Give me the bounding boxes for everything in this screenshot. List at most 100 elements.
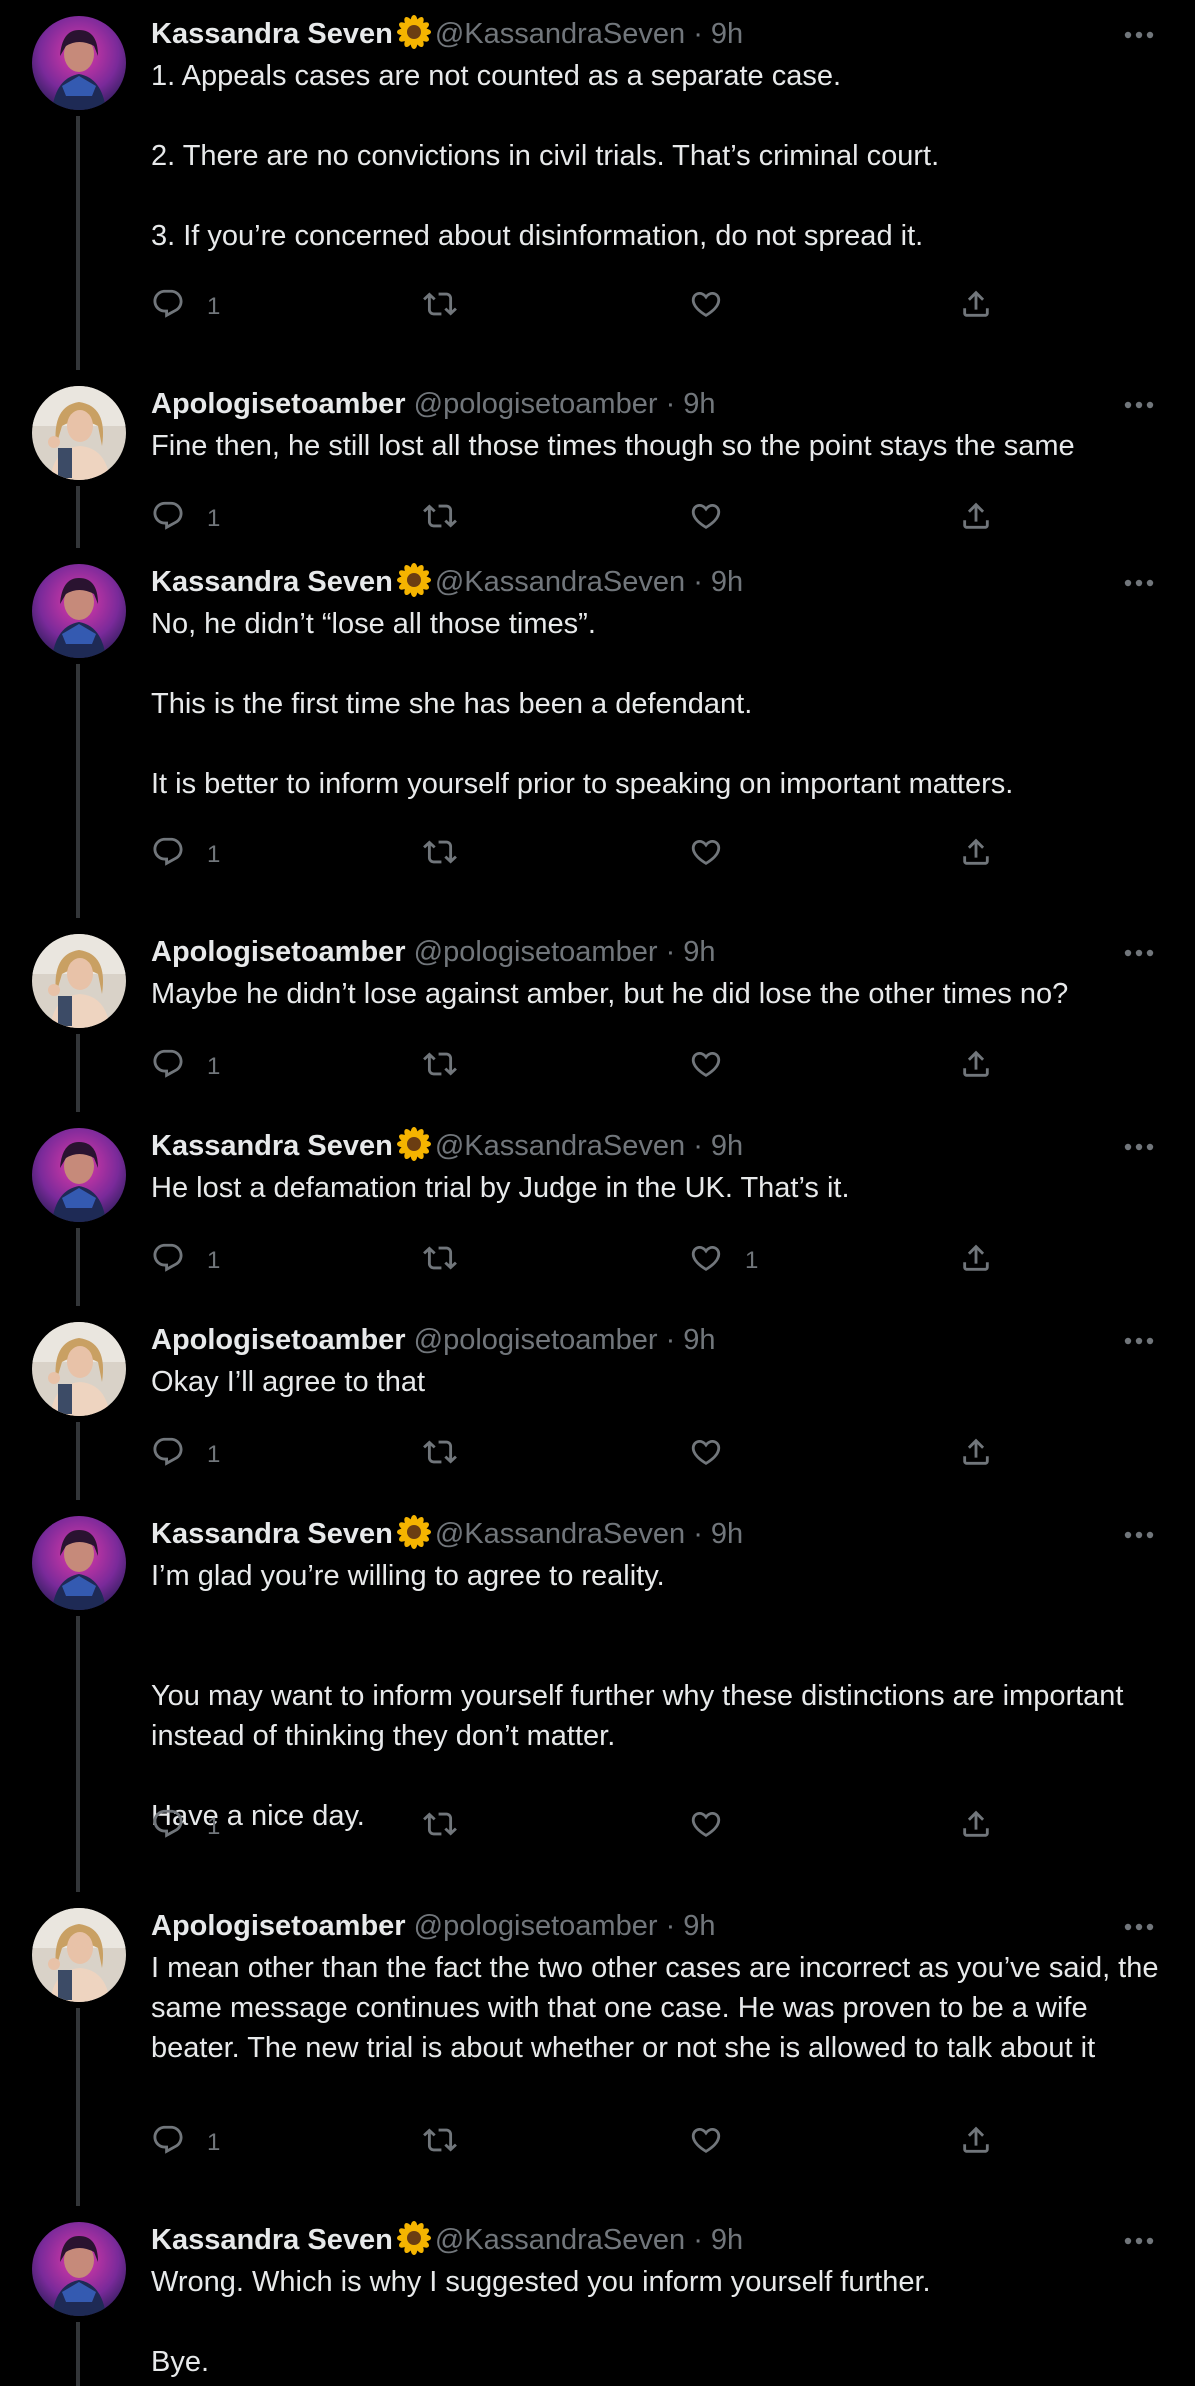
tweet-text: You may want to inform yourself further … [151, 1680, 1132, 1752]
like-button[interactable] [689, 1045, 745, 1089]
share-button[interactable] [959, 1239, 993, 1283]
more-options-button[interactable] [1119, 1326, 1159, 1356]
like-button[interactable] [689, 1433, 745, 1477]
reply-button[interactable]: 1 [151, 2121, 220, 2165]
share-button[interactable] [959, 1433, 993, 1477]
retweet-button[interactable] [423, 1433, 479, 1477]
user-handle[interactable]: @pologisetoamber [414, 1324, 658, 1356]
like-button[interactable] [689, 285, 745, 329]
user-handle[interactable]: @KassandraSeven [435, 1518, 685, 1550]
tweet-text: It is better to inform yourself prior to… [151, 768, 1014, 800]
timestamp[interactable]: · 9h [666, 1324, 716, 1356]
tweet-actions: 1 [151, 497, 1011, 541]
tweet-header: Kassandra Seven @KassandraSeven · 9h [151, 1514, 743, 1554]
tweet-actions: 1 1 [151, 1239, 1011, 1283]
display-name[interactable]: Kassandra Seven [151, 1518, 393, 1550]
more-options-button[interactable] [1119, 1520, 1159, 1550]
tweet-text: Okay I’ll agree to that [151, 1366, 426, 1398]
avatar[interactable] [32, 386, 126, 480]
more-options-button[interactable] [1119, 1912, 1159, 1942]
timestamp[interactable]: · 9h [666, 936, 716, 968]
more-options-button[interactable] [1119, 568, 1159, 598]
share-button[interactable] [959, 833, 993, 877]
like-button[interactable] [689, 833, 745, 877]
avatar[interactable] [32, 1908, 126, 2002]
reply-button[interactable]: 1 [151, 1805, 220, 1849]
more-options-button[interactable] [1119, 2226, 1159, 2256]
retweet-button[interactable] [423, 833, 479, 877]
sunflower-emoji [396, 1515, 431, 1549]
avatar[interactable] [32, 1128, 126, 1222]
display-name[interactable]: Kassandra Seven [151, 2224, 393, 2256]
reply-button[interactable]: 1 [151, 1239, 220, 1283]
retweet-button[interactable] [423, 1045, 479, 1089]
user-handle[interactable]: @pologisetoamber [414, 388, 658, 420]
timestamp[interactable]: · 9h [693, 1518, 743, 1550]
share-icon [959, 287, 993, 328]
avatar[interactable] [32, 16, 126, 110]
reply-button[interactable]: 1 [151, 1045, 220, 1089]
retweet-icon [423, 287, 457, 328]
user-handle[interactable]: @KassandraSeven [435, 566, 685, 598]
more-options-button[interactable] [1119, 20, 1159, 50]
share-button[interactable] [959, 2121, 993, 2165]
avatar[interactable] [32, 1516, 126, 1610]
like-button[interactable]: 1 [689, 1239, 758, 1283]
retweet-button[interactable] [423, 285, 479, 329]
timestamp[interactable]: · 9h [693, 1130, 743, 1162]
reply-button[interactable]: 1 [151, 1433, 220, 1477]
tweet-text: Fine then, he still lost all those times… [151, 430, 1075, 462]
share-button[interactable] [959, 1805, 993, 1849]
reply-button[interactable]: 1 [151, 285, 220, 329]
reply-icon [151, 835, 185, 876]
thread-line [76, 1228, 80, 1306]
timestamp[interactable]: · 9h [693, 566, 743, 598]
tweet-text: 3. If you’re concerned about disinformat… [151, 220, 924, 252]
display-name[interactable]: Apologisetoamber [151, 936, 406, 968]
share-button[interactable] [959, 497, 993, 541]
more-options-button[interactable] [1119, 390, 1159, 420]
timestamp[interactable]: · 9h [666, 1910, 716, 1942]
more-options-button[interactable] [1119, 938, 1159, 968]
user-handle[interactable]: @pologisetoamber [414, 936, 658, 968]
retweet-button[interactable] [423, 2121, 479, 2165]
retweet-button[interactable] [423, 1239, 479, 1283]
timestamp[interactable]: · 9h [693, 2224, 743, 2256]
more-options-button[interactable] [1119, 1132, 1159, 1162]
reply-count: 1 [207, 1053, 221, 1080]
heart-icon [689, 1435, 723, 1476]
avatar[interactable] [32, 2222, 126, 2316]
avatar[interactable] [32, 564, 126, 658]
display-name[interactable]: Kassandra Seven [151, 1130, 393, 1162]
like-button[interactable] [689, 2121, 745, 2165]
timestamp[interactable]: · 9h [666, 388, 716, 420]
more-icon [1119, 390, 1159, 420]
like-button[interactable] [689, 1805, 745, 1849]
tweet-header: Apologisetoamber @pologisetoamber · 9h [151, 1320, 716, 1360]
avatar[interactable] [32, 1322, 126, 1416]
display-name[interactable]: Apologisetoamber [151, 388, 406, 420]
retweet-button[interactable] [423, 1805, 479, 1849]
reply-button[interactable]: 1 [151, 833, 220, 877]
more-icon [1119, 1520, 1159, 1550]
display-name[interactable]: Kassandra Seven [151, 18, 393, 50]
reply-button[interactable]: 1 [151, 497, 220, 541]
retweet-button[interactable] [423, 497, 479, 541]
user-handle[interactable]: @pologisetoamber [414, 1910, 658, 1942]
share-button[interactable] [959, 285, 993, 329]
sunflower-emoji [396, 2221, 431, 2255]
timestamp[interactable]: · 9h [693, 18, 743, 50]
reply-count: 1 [207, 841, 221, 868]
user-handle[interactable]: @KassandraSeven [435, 1130, 685, 1162]
share-button[interactable] [959, 1045, 993, 1089]
more-icon [1119, 1132, 1159, 1162]
avatar[interactable] [32, 934, 126, 1028]
user-handle[interactable]: @KassandraSeven [435, 18, 685, 50]
display-name[interactable]: Apologisetoamber [151, 1324, 406, 1356]
more-icon [1119, 2226, 1159, 2256]
display-name[interactable]: Apologisetoamber [151, 1910, 406, 1942]
user-handle[interactable]: @KassandraSeven [435, 2224, 685, 2256]
display-name[interactable]: Kassandra Seven [151, 566, 393, 598]
like-button[interactable] [689, 497, 745, 541]
tweet-text: 1. Appeals cases are not counted as a se… [151, 60, 842, 92]
